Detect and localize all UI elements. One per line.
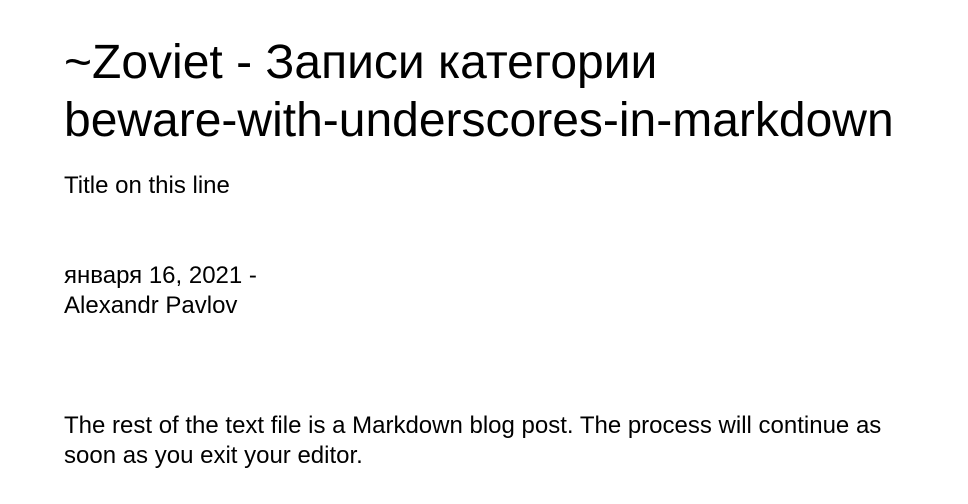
post-author: Alexandr Pavlov xyxy=(64,292,238,319)
post-meta: января 16, 2021 - Alexandr Pavlov xyxy=(64,261,257,321)
page: ~Zoviet - Записи категории beware-with-un… xyxy=(0,0,968,504)
post-body: The rest of the text file is a Markdown … xyxy=(64,412,882,469)
page-title: ~Zoviet - Записи категории beware-with-un… xyxy=(64,34,894,150)
page-title-line-2: beware-with-underscores-in-markdown xyxy=(64,94,894,147)
page-subtitle: Title on this line xyxy=(64,172,230,199)
post-date: января 16, 2021 - xyxy=(64,262,257,289)
page-title-line-1: ~Zoviet - Записи категории xyxy=(64,36,658,89)
